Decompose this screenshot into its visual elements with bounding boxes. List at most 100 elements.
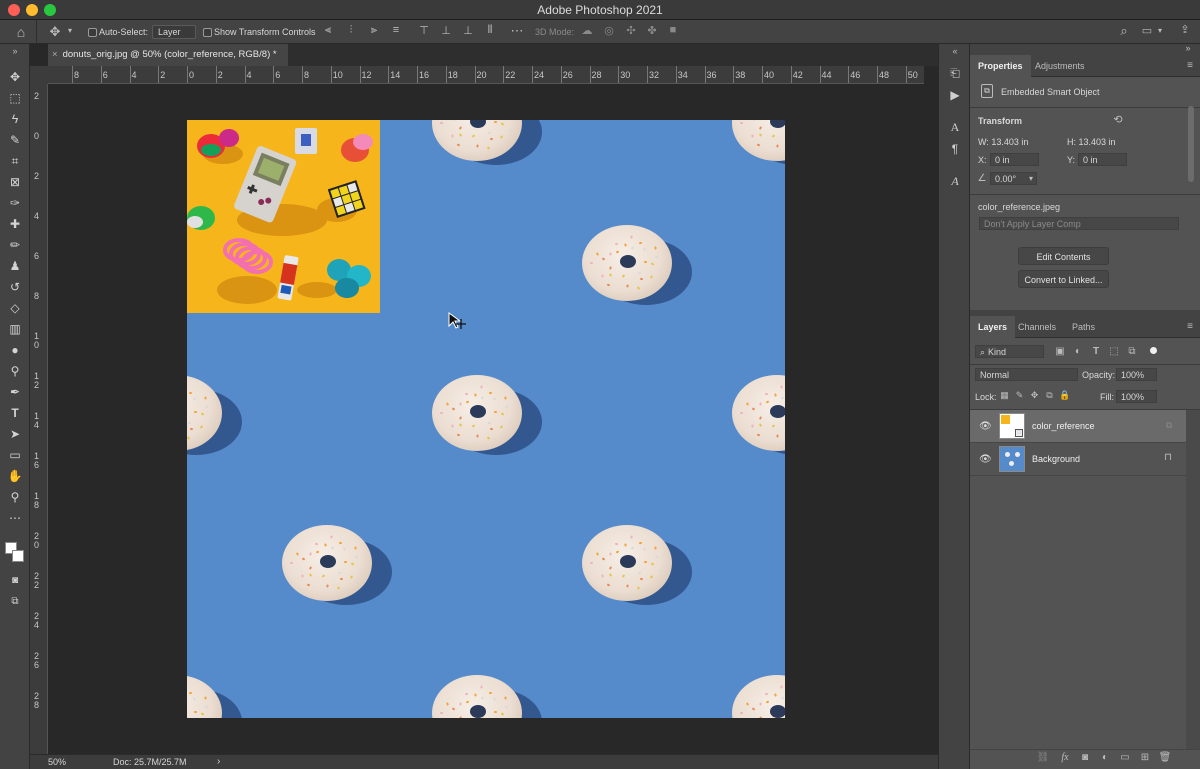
align-middle-icon[interactable]: ⊥ — [440, 24, 452, 37]
collapse-icon[interactable]: » — [1182, 43, 1194, 53]
collapse-icon[interactable]: « — [949, 46, 961, 56]
panel-menu-icon[interactable]: ≡ — [1184, 321, 1196, 332]
filter-toggle-icon[interactable] — [1150, 347, 1157, 354]
distribute-icon[interactable]: ≡ — [390, 24, 402, 36]
layer-name[interactable]: color_reference — [1032, 421, 1095, 431]
dodge-tool-icon[interactable]: ⚲ — [5, 362, 25, 380]
lock-position-icon[interactable]: ✥ — [1029, 390, 1040, 401]
lock-transparent-icon[interactable]: ▦ — [999, 390, 1010, 401]
panel-menu-icon[interactable]: ≡ — [1184, 60, 1196, 71]
shape-filter-icon[interactable]: ⬚ — [1108, 346, 1120, 357]
move-tool-icon[interactable]: ✥ — [47, 24, 63, 40]
3d-roll-icon[interactable]: ◎ — [602, 24, 616, 37]
brush-tool-icon[interactable]: ✏ — [5, 236, 25, 254]
color-reference-layer[interactable] — [187, 120, 380, 313]
3d-orbit-icon[interactable]: ☁ — [580, 24, 594, 37]
align-top-icon[interactable]: ⊤ — [418, 24, 430, 37]
close-tab-icon[interactable]: × — [52, 49, 58, 60]
eye-icon[interactable]: 👁 — [979, 454, 992, 465]
screen-mode-icon[interactable]: ⧉ — [5, 593, 25, 611]
frame-tool-icon[interactable]: ⊠ — [5, 173, 25, 191]
healing-tool-icon[interactable]: ✚ — [5, 215, 25, 233]
auto-select-dropdown[interactable]: Layer — [152, 25, 196, 39]
align-right-icon[interactable]: ⫸ — [368, 24, 380, 37]
filter-kind-dropdown[interactable]: ⌕ Kind — [975, 345, 1044, 358]
eyedropper-tool-icon[interactable]: ✑ — [5, 194, 25, 212]
eraser-tool-icon[interactable]: ◇ — [5, 299, 25, 317]
tab-properties[interactable]: Properties — [970, 55, 1031, 77]
crop-tool-icon[interactable]: ⌗ — [5, 152, 25, 170]
lock-artboard-icon[interactable]: ⧉ — [1044, 390, 1055, 401]
new-group-icon[interactable]: ▭ — [1118, 752, 1132, 763]
new-layer-icon[interactable]: ⊞ — [1138, 752, 1152, 763]
eye-icon[interactable]: 👁 — [979, 421, 992, 432]
vertical-ruler[interactable]: 2 0 2 4 6 8 1 0 1 2 1 4 1 6 1 8 2 0 2 2 2 4 2 6 2 8 — [30, 84, 48, 754]
pen-tool-icon[interactable]: ✒ — [5, 383, 25, 401]
3d-slide-icon[interactable]: ✤ — [645, 24, 659, 37]
quick-mask-icon[interactable]: ◙ — [5, 572, 25, 590]
tab-paths[interactable]: Paths — [1064, 316, 1103, 338]
link-layers-icon[interactable]: ⛓ — [1036, 752, 1050, 763]
document-canvas[interactable] — [187, 120, 785, 718]
fill-field[interactable]: 100% — [1116, 390, 1157, 403]
fx-icon[interactable]: fx — [1058, 752, 1072, 763]
convert-to-linked-button[interactable]: Convert to Linked... — [1018, 270, 1109, 288]
adjustment-layer-icon[interactable]: ◐ — [1098, 752, 1112, 763]
history-brush-icon[interactable]: ↺ — [5, 278, 25, 296]
chevron-down-icon[interactable]: ▾ — [65, 26, 75, 35]
type-tool-icon[interactable]: T — [5, 404, 25, 422]
edit-toolbar-icon[interactable]: ⋯ — [5, 509, 25, 527]
chevron-down-icon[interactable]: ▾ — [1026, 174, 1036, 183]
properties-scrollbar[interactable] — [1188, 106, 1194, 182]
layers-scrollbar[interactable] — [1186, 410, 1200, 769]
stamp-tool-icon[interactable]: ♟ — [5, 257, 25, 275]
auto-select-checkbox[interactable] — [88, 28, 97, 37]
reset-transform-icon[interactable]: ⟲ — [1111, 113, 1125, 126]
opacity-field[interactable]: 100% — [1116, 368, 1157, 381]
3d-camera-icon[interactable]: ■ — [666, 24, 680, 36]
search-icon[interactable]: ⌕ — [1117, 23, 1131, 39]
zoom-tool-icon[interactable]: ⚲ — [5, 488, 25, 506]
layer-name[interactable]: Background — [1032, 454, 1080, 464]
glyphs-icon[interactable]: A — [948, 174, 962, 188]
paragraph-icon[interactable]: ¶ — [948, 142, 962, 156]
horizontal-ruler[interactable]: 8 6 4 2 0 2 4 6 8 10 12 14 16 18 20 22 24 26 28 30 32 34 36 38 4… — [48, 66, 924, 84]
zoom-level[interactable]: 50% — [48, 757, 66, 767]
pixel-filter-icon[interactable]: ▣ — [1054, 346, 1066, 357]
layer-row[interactable]: 👁 ⧉ color_reference ⧉ — [970, 410, 1186, 443]
home-icon[interactable]: ⌂ — [12, 24, 30, 40]
type-filter-icon[interactable]: T — [1090, 346, 1102, 357]
lock-all-icon[interactable]: 🔒 — [1059, 390, 1070, 401]
add-mask-icon[interactable]: ◙ — [1078, 752, 1092, 763]
x-field[interactable]: 0 in — [990, 153, 1039, 166]
layer-row[interactable]: 👁 Background ⊓ — [970, 443, 1186, 476]
lasso-tool-icon[interactable]: ϟ — [5, 110, 25, 128]
pasteboard[interactable] — [48, 84, 924, 754]
more-options-icon[interactable]: ⋯ — [510, 23, 524, 39]
actions-icon[interactable]: ▶ — [948, 88, 962, 102]
w-value[interactable]: 13.403 in — [991, 137, 1028, 147]
lock-pixels-icon[interactable]: ✎ — [1014, 390, 1025, 401]
collapse-icon[interactable]: » — [8, 46, 22, 56]
path-select-tool-icon[interactable]: ➤ — [5, 425, 25, 443]
tab-layers[interactable]: Layers — [970, 316, 1016, 338]
adjustment-filter-icon[interactable]: ◐ — [1072, 346, 1084, 357]
hand-tool-icon[interactable]: ✋ — [5, 467, 25, 485]
workspace-icon[interactable]: ▭ — [1140, 24, 1154, 37]
rectangle-tool-icon[interactable]: ▭ — [5, 446, 25, 464]
align-center-icon[interactable]: ⫶ — [345, 24, 357, 37]
align-bottom-icon[interactable]: ⊥ — [462, 24, 474, 37]
gradient-tool-icon[interactable]: ▥ — [5, 320, 25, 338]
quick-select-tool-icon[interactable]: ✎ — [5, 131, 25, 149]
distribute-vertical-icon[interactable]: ⦀ — [484, 24, 496, 37]
show-transform-checkbox[interactable] — [203, 28, 212, 37]
move-tool-icon[interactable]: ✥ — [5, 68, 25, 86]
blend-mode-dropdown[interactable]: Normal — [975, 368, 1078, 381]
h-value[interactable]: 13.403 in — [1079, 137, 1116, 147]
share-icon[interactable]: ⇪ — [1178, 23, 1192, 36]
tab-adjustments[interactable]: Adjustments — [1027, 55, 1093, 77]
tab-channels[interactable]: Channels — [1010, 316, 1064, 338]
history-icon[interactable]: ⎗ — [948, 66, 962, 80]
smart-object-filter-icon[interactable]: ⧉ — [1126, 346, 1138, 357]
marquee-tool-icon[interactable]: ⬚ — [5, 89, 25, 107]
